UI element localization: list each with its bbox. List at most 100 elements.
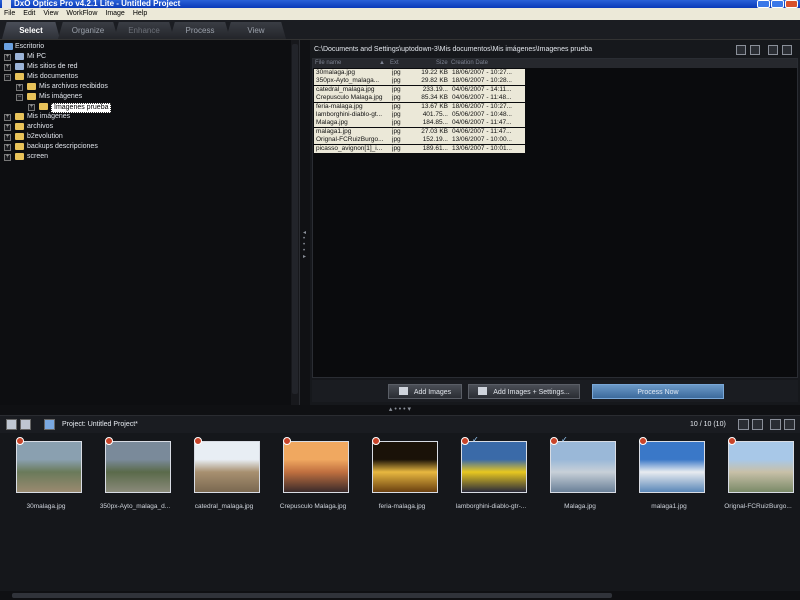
file-size: 85.34 KB xyxy=(421,94,448,102)
expand-icon[interactable]: + xyxy=(4,114,11,121)
file-row[interactable]: feria-malaga.jpg jpg 13.67 KB 18/06/2007 - … xyxy=(314,102,525,111)
tree-item-mis-imagenes-sub[interactable]: − Mis imágenes xyxy=(4,92,299,102)
open-project-icon[interactable] xyxy=(20,419,31,430)
column-file-name[interactable]: File name xyxy=(315,59,341,68)
file-name: malaga1.jpg xyxy=(316,127,352,135)
tree-item-mi-pc[interactable]: + Mi PC xyxy=(4,52,299,62)
scrollbar-thumb[interactable] xyxy=(292,44,298,394)
workflow-tabs: Select Organize Enhance Process View xyxy=(0,20,800,40)
details-view-icon[interactable] xyxy=(738,419,749,430)
tab-process[interactable]: Process xyxy=(170,22,230,39)
single-view-icon[interactable] xyxy=(768,45,778,55)
tree-item-archivos-recibidos[interactable]: + Mis archivos recibidos xyxy=(4,82,299,92)
strip-scrollbar[interactable] xyxy=(0,591,800,600)
menu-help[interactable]: Help xyxy=(129,8,151,20)
file-row[interactable]: malaga1.jpg jpg 27.03 KB 04/06/2007 - 11:47… xyxy=(314,127,525,136)
collapse-icon[interactable]: − xyxy=(16,94,23,101)
expand-icon[interactable]: + xyxy=(4,154,11,161)
column-creation-date[interactable]: Creation Date xyxy=(451,59,488,68)
menu-workflow[interactable]: WorkFlow xyxy=(62,8,101,20)
tab-enhance[interactable]: Enhance xyxy=(114,22,174,39)
tree-item-screen[interactable]: + screen xyxy=(4,152,299,162)
thumbnail[interactable]: malaga1.jpg xyxy=(625,437,713,515)
folder-icon xyxy=(39,103,48,110)
thumbnail[interactable]: Orignal-FCRuizBurgo... xyxy=(714,437,800,515)
expand-icon[interactable]: + xyxy=(4,124,11,131)
add-images-button[interactable]: Add Images xyxy=(388,384,462,399)
vertical-splitter[interactable]: ◂ • • • ▸ xyxy=(300,40,310,405)
thumbnail[interactable]: catedral_malaga.jpg xyxy=(180,437,268,515)
expand-icon[interactable]: + xyxy=(16,84,23,91)
single-view-icon[interactable] xyxy=(770,419,781,430)
file-name: lamborghini-diablo-gt... xyxy=(316,111,383,118)
tab-organize[interactable]: Organize xyxy=(58,22,118,39)
file-ext: jpg xyxy=(392,85,401,93)
file-row[interactable]: Orignal-FCRuizBurgo... jpg 152.19... 13/06/… xyxy=(314,136,525,145)
column-ext[interactable]: Ext xyxy=(390,59,399,68)
file-name: 350px-Ayto_malaga... xyxy=(316,77,380,85)
menu-view[interactable]: View xyxy=(39,8,62,20)
expand-icon[interactable]: + xyxy=(4,64,11,71)
tab-select[interactable]: Select xyxy=(2,22,60,39)
tree-item-b2evolution[interactable]: + b2evolution xyxy=(4,132,299,142)
folder-icon xyxy=(15,153,24,160)
expand-icon[interactable]: + xyxy=(4,54,11,61)
tree-item-mis-documentos[interactable]: − Mis documentos xyxy=(4,72,299,82)
grid-view-icon[interactable] xyxy=(750,45,760,55)
tree-item-imagenes-prueba[interactable]: + Imagenes prueba xyxy=(4,102,299,113)
menu-edit[interactable]: Edit xyxy=(19,8,39,20)
scrollbar-thumb[interactable] xyxy=(12,593,612,598)
thumbnail[interactable]: ✓ Malaga.jpg xyxy=(536,436,624,515)
file-row[interactable]: picasso_avignon[1]_i... jpg 189.61... 13/06… xyxy=(314,144,525,153)
save-project-icon[interactable] xyxy=(44,419,55,430)
tree-item-backups[interactable]: + backups descripciones xyxy=(4,142,299,152)
expand-icon[interactable]: + xyxy=(4,134,11,141)
compare-view-icon[interactable] xyxy=(784,419,795,430)
tab-view[interactable]: View xyxy=(226,22,286,39)
tree-item-mis-imagenes[interactable]: + Mis imágenes xyxy=(4,112,299,122)
title-bar: DxO Optics Pro v4.2.1 Lite - Untitled Pr… xyxy=(0,0,800,8)
file-row[interactable]: Crepusculo Malaga.jpg jpg 85.34 KB 04/06/20… xyxy=(314,94,525,103)
collapse-icon[interactable]: − xyxy=(4,74,11,81)
file-name: 30malaga.jpg xyxy=(316,69,356,76)
thumbnail[interactable]: 350px-Ayto_malaga_d... xyxy=(91,437,179,515)
thumbnail[interactable]: Crepusculo Malaga.jpg xyxy=(269,437,357,515)
tree-scrollbar[interactable] xyxy=(291,40,299,405)
close-button[interactable] xyxy=(785,0,798,8)
details-view-icon[interactable] xyxy=(736,45,746,55)
process-now-button[interactable]: Process Now xyxy=(592,384,724,399)
compare-view-icon[interactable] xyxy=(782,45,792,55)
tree-item-sitios-de-red[interactable]: + Mis sitios de red xyxy=(4,62,299,72)
expand-icon[interactable]: + xyxy=(4,144,11,151)
tree-item-archivos[interactable]: + archivos xyxy=(4,122,299,132)
file-row[interactable]: 30malaga.jpg jpg 19.22 KB 18/06/2007 - 10:2… xyxy=(314,69,525,77)
thumbnail[interactable]: 30malaga.jpg xyxy=(2,437,90,515)
file-ext: jpg xyxy=(392,144,401,152)
maximize-button[interactable] xyxy=(771,0,784,8)
add-images-settings-button[interactable]: Add Images + Settings... xyxy=(468,384,580,399)
file-row[interactable]: 350px-Ayto_malaga... jpg 29.82 KB 18/06/200… xyxy=(314,77,525,86)
thumbnail[interactable]: feria-malaga.jpg xyxy=(358,437,446,515)
column-size[interactable]: Size xyxy=(436,59,448,68)
project-toolbar: Project: Untitled Project* 10 / 10 (10) xyxy=(0,415,800,433)
new-project-icon[interactable] xyxy=(6,419,17,430)
thumbnail-label: 350px-Ayto_malaga_d... xyxy=(99,503,171,510)
status-badge-icon xyxy=(372,437,380,445)
horizontal-splitter[interactable]: ▴ • • • ▾ xyxy=(0,405,800,415)
file-row[interactable]: catedral_malaga.jpg jpg 233.19... 04/06/200… xyxy=(314,85,525,94)
status-badge-icon xyxy=(105,437,113,445)
thumbnail[interactable]: ✓ lamborghini-diablo-gtr-... xyxy=(447,436,535,515)
file-date: 04/06/2007 - 14:11... xyxy=(452,85,512,93)
grid-view-icon[interactable] xyxy=(752,419,763,430)
file-size: 19.22 KB xyxy=(421,69,448,76)
file-row[interactable]: lamborghini-diablo-gt... jpg 401.75... 05/0… xyxy=(314,111,525,119)
menu-image[interactable]: Image xyxy=(101,8,128,20)
file-row[interactable]: Malaga.jpg jpg 184.85... 04/06/2007 - 11:47… xyxy=(314,119,525,128)
file-date: 04/06/2007 - 11:48... xyxy=(452,94,512,102)
tree-item-escritorio[interactable]: Escritorio xyxy=(4,42,299,52)
expand-icon[interactable]: + xyxy=(28,104,35,111)
minimize-button[interactable] xyxy=(757,0,770,8)
thumbnail-label: Orignal-FCRuizBurgo... xyxy=(724,503,792,510)
file-size: 13.67 KB xyxy=(421,102,448,110)
menu-file[interactable]: File xyxy=(0,8,19,20)
